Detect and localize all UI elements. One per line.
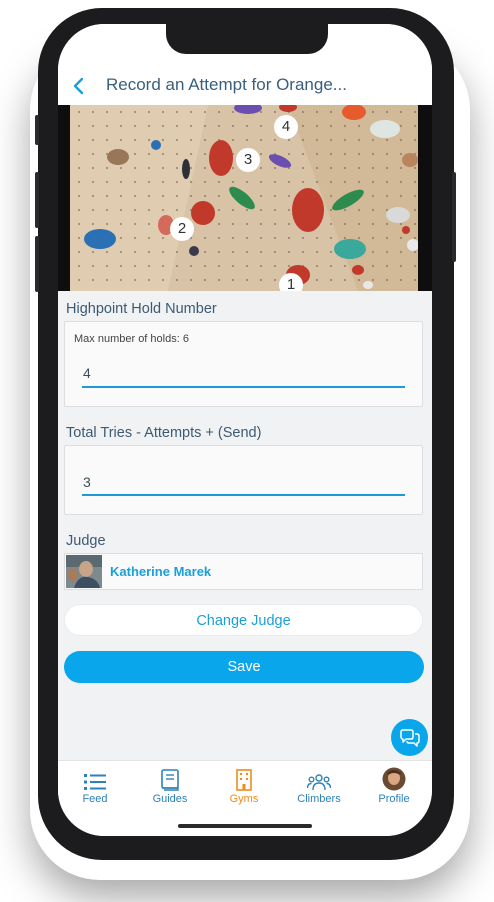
highpoint-card: Max number of holds: 6 4 [64, 321, 423, 407]
chat-icon [399, 728, 420, 747]
tab-guides[interactable]: Guides [135, 763, 205, 805]
book-icon [161, 769, 179, 791]
route-photo: 4 3 2 1 [58, 105, 432, 291]
phone-mockup: Record an Attempt for Orange... 4 3 2 1 … [0, 0, 494, 902]
max-holds-hint: Max number of holds: 6 [74, 333, 189, 345]
volume-up-button [35, 172, 39, 228]
highpoint-label: Highpoint Hold Number [66, 301, 217, 317]
building-icon [236, 769, 252, 791]
judge-name: Katherine Marek [110, 564, 212, 579]
tab-label: Guides [152, 793, 188, 805]
judge-label: Judge [66, 533, 106, 549]
avatar [382, 767, 406, 791]
power-button [452, 172, 456, 262]
highpoint-input-underline [82, 386, 405, 388]
tries-input-underline [82, 494, 405, 496]
tab-label: Feed [82, 793, 108, 805]
judge-avatar [66, 555, 102, 588]
tab-label: Climbers [297, 793, 341, 805]
climbing-wall-image [58, 105, 432, 291]
notch [166, 24, 328, 54]
hold-marker: 1 [279, 273, 303, 291]
chevron-left-icon[interactable] [68, 74, 88, 98]
app-screen: Record an Attempt for Orange... 4 3 2 1 … [58, 24, 432, 836]
list-icon [84, 774, 106, 790]
tab-profile[interactable]: Profile [359, 763, 429, 805]
change-judge-button[interactable]: Change Judge [64, 604, 423, 636]
tab-label: Profile [378, 793, 410, 805]
tab-climbers[interactable]: Climbers [284, 763, 354, 805]
tries-label: Total Tries - Attempts + (Send) [66, 425, 262, 441]
tab-label: Gyms [229, 793, 259, 805]
page-title: Record an Attempt for Orange... [106, 75, 347, 94]
tab-feed[interactable]: Feed [60, 763, 130, 805]
hold-marker: 2 [170, 217, 194, 241]
judge-row[interactable]: Katherine Marek [64, 553, 423, 590]
hold-marker: 3 [236, 148, 260, 172]
tries-card: 3 [64, 445, 423, 515]
people-icon [307, 774, 331, 791]
tries-input[interactable]: 3 [83, 474, 91, 490]
highpoint-input[interactable]: 4 [83, 365, 91, 381]
save-button[interactable]: Save [64, 651, 424, 683]
chat-button[interactable] [391, 719, 428, 756]
tab-gyms[interactable]: Gyms [209, 763, 279, 805]
volume-down-button [35, 236, 39, 292]
mute-switch [35, 115, 39, 145]
home-indicator [178, 824, 312, 828]
hold-marker: 4 [274, 115, 298, 139]
